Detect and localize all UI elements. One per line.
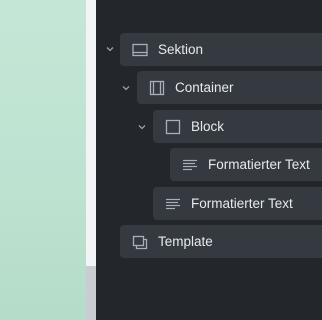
block-icon <box>165 119 181 135</box>
rich-text-icon <box>165 196 181 212</box>
navigator-item-label: Sektion <box>158 42 204 57</box>
navigator-item-rich-text[interactable]: Formatierter Text <box>153 187 322 220</box>
section-icon <box>132 42 148 58</box>
container-icon <box>149 80 165 96</box>
navigator-item-container[interactable]: Container <box>137 71 322 104</box>
chevron-down-icon[interactable] <box>104 43 116 55</box>
navigator-item-label: Formatierter Text <box>191 196 293 211</box>
chevron-down-icon[interactable] <box>136 121 148 133</box>
navigator-item-sektion[interactable]: Sektion <box>120 33 322 66</box>
scrollbar-thumb[interactable] <box>86 266 96 320</box>
navigator-item-label: Template <box>158 234 213 249</box>
rich-text-icon <box>182 157 198 173</box>
navigator-item-label: Formatierter Text <box>208 157 310 172</box>
navigator-item-template[interactable]: Template <box>120 225 322 258</box>
navigator-item-rich-text[interactable]: Formatierter Text <box>170 148 322 181</box>
navigator-item-block[interactable]: Block <box>153 110 322 143</box>
template-icon <box>132 234 148 250</box>
navigator-panel: Sektion Container Block Formatierter Tex… <box>96 0 322 320</box>
canvas-preview <box>0 0 86 320</box>
navigator-item-label: Block <box>191 119 225 134</box>
canvas-scrollbar[interactable] <box>86 0 96 320</box>
navigator-item-label: Container <box>175 80 234 95</box>
chevron-down-icon[interactable] <box>120 82 132 94</box>
